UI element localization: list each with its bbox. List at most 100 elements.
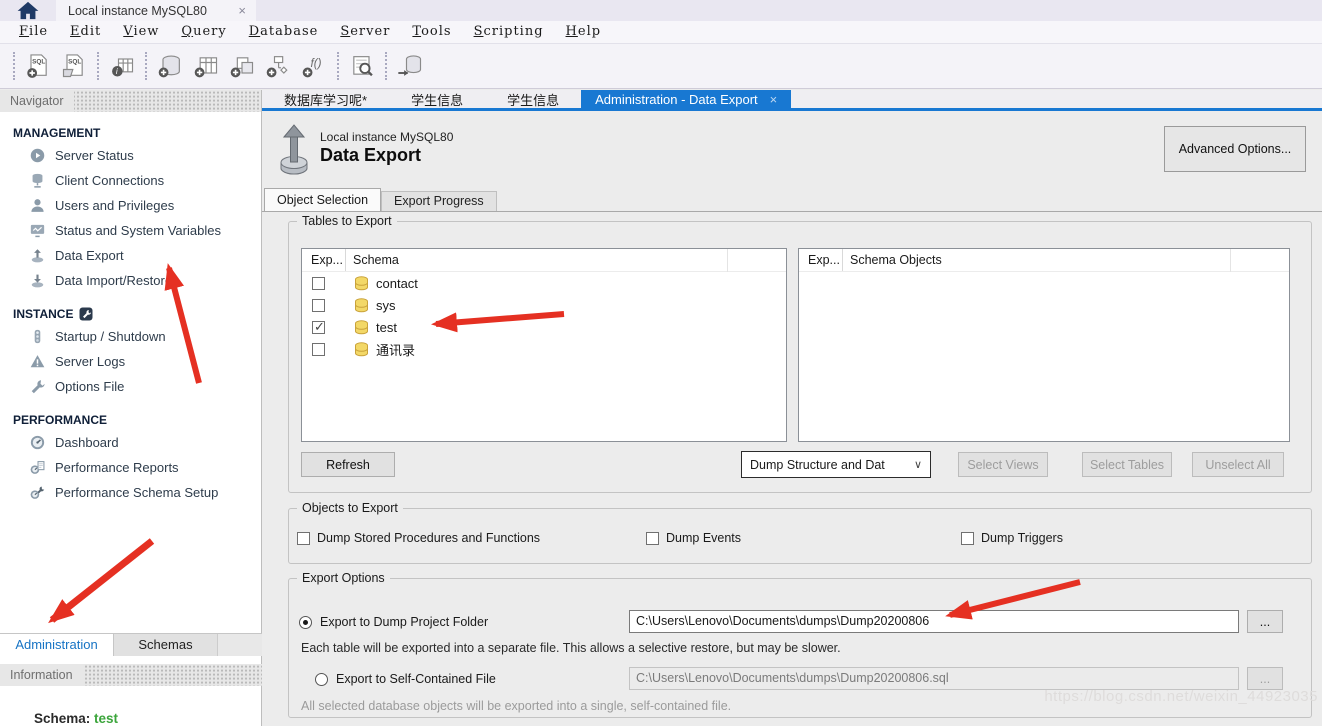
sidebar-item-options-file[interactable]: Options File — [0, 374, 261, 399]
column-schema-objects[interactable]: Schema Objects — [843, 249, 1231, 272]
title-tab-strip: Local instance MySQL80 × — [0, 0, 1322, 21]
menu-tools[interactable]: Tools — [401, 21, 462, 43]
home-button[interactable] — [0, 0, 56, 21]
sidebar-bottom-tabs: Administration Schemas — [0, 633, 262, 656]
sidebar-item-performance-reports[interactable]: Performance Reports — [0, 455, 261, 480]
performance-reports-icon — [29, 460, 46, 475]
export-file-option[interactable]: Export to Self-Contained File — [315, 667, 496, 691]
browse-file-button[interactable]: ... — [1247, 667, 1283, 690]
monitor-icon — [29, 223, 46, 238]
export-folder-radio[interactable] — [299, 616, 312, 629]
menu-bar: File Edit View Query Database Server Too… — [0, 21, 1322, 43]
dump-triggers-checkbox[interactable] — [961, 532, 974, 545]
objects-to-export-group: Objects to Export Dump Stored Procedures… — [288, 508, 1312, 564]
connection-tab[interactable]: Local instance MySQL80 × — [56, 0, 256, 21]
schema-row-contacts-cn[interactable]: 通讯录 — [302, 338, 786, 360]
sidebar-item-server-status[interactable]: Server Status — [0, 143, 261, 168]
sidebar-item-startup-shutdown[interactable]: Startup / Shutdown — [0, 324, 261, 349]
export-file-note: All selected database objects will be ex… — [301, 699, 731, 713]
inspector-button[interactable]: i — [104, 49, 140, 83]
sidebar-item-status-system-variables[interactable]: Status and System Variables — [0, 218, 261, 243]
sidebar-item-users-privileges[interactable]: Users and Privileges — [0, 193, 261, 218]
tab-student-info-2[interactable]: 学生信息 — [485, 90, 581, 108]
menu-server[interactable]: Server — [329, 21, 401, 43]
tab-export-progress[interactable]: Export Progress — [381, 191, 497, 211]
schema-export-checkbox[interactable] — [312, 299, 325, 312]
menu-help[interactable]: Help — [555, 21, 613, 43]
schema-row-contact[interactable]: contact — [302, 272, 786, 294]
schema-row-test[interactable]: test — [302, 316, 786, 338]
data-import-icon — [29, 273, 46, 288]
export-subtabs: Object Selection Export Progress — [264, 188, 497, 211]
schema-export-checkbox[interactable] — [312, 343, 325, 356]
sidebar-item-label: Status and System Variables — [55, 223, 221, 238]
section-instance: INSTANCE — [13, 307, 261, 321]
checkbox-label: Dump Events — [666, 531, 741, 545]
navigator-tree: MANAGEMENT Server Status Client Connecti… — [0, 112, 261, 505]
new-sql-tab-button[interactable]: SQL — [20, 49, 56, 83]
sidebar-item-server-logs[interactable]: Server Logs — [0, 349, 261, 374]
create-table-button[interactable] — [188, 49, 224, 83]
schema-name: 通讯录 — [376, 340, 415, 359]
tab-database-study[interactable]: 数据库学习呢* — [262, 90, 389, 108]
create-view-button[interactable] — [224, 49, 260, 83]
menu-edit[interactable]: Edit — [59, 21, 112, 43]
refresh-button[interactable]: Refresh — [301, 452, 395, 477]
menu-database[interactable]: Database — [238, 21, 330, 43]
export-folder-option[interactable]: Export to Dump Project Folder — [299, 610, 488, 634]
menu-view[interactable]: View — [112, 21, 170, 43]
warning-triangle-icon — [29, 354, 46, 369]
advanced-options-button[interactable]: Advanced Options... — [1164, 126, 1306, 172]
export-folder-path-input[interactable]: C:\Users\Lenovo\Documents\dumps\Dump2020… — [629, 610, 1239, 633]
sidebar-item-data-import[interactable]: Data Import/Restore — [0, 268, 261, 293]
performance-schema-setup-icon — [29, 485, 46, 500]
schema-export-checkbox[interactable] — [312, 321, 325, 334]
page-title: Data Export — [320, 145, 421, 166]
browse-folder-button[interactable]: ... — [1247, 610, 1283, 633]
create-schema-button[interactable] — [152, 49, 188, 83]
column-schema[interactable]: Schema — [346, 249, 728, 272]
svg-text:f(): f() — [311, 57, 322, 70]
open-sql-script-button[interactable]: SQL — [56, 49, 92, 83]
menu-scripting[interactable]: Scripting — [463, 21, 555, 43]
search-objects-button[interactable] — [344, 49, 380, 83]
active-tab-label: Administration - Data Export — [595, 89, 758, 110]
connection-tab-close-icon[interactable]: × — [238, 3, 246, 18]
dump-events-checkbox[interactable] — [646, 532, 659, 545]
sidebar-item-data-export[interactable]: Data Export — [0, 243, 261, 268]
tab-administration-data-export[interactable]: Administration - Data Export × — [581, 90, 791, 108]
dump-type-dropdown[interactable]: Dump Structure and Dat ∨ — [741, 451, 931, 478]
schema-row-sys[interactable]: sys — [302, 294, 786, 316]
tab-close-icon[interactable]: × — [770, 89, 778, 110]
menu-file[interactable]: File — [8, 21, 59, 43]
create-procedure-button[interactable] — [260, 49, 296, 83]
menu-query[interactable]: Query — [170, 21, 237, 43]
dump-stored-procedures-option[interactable]: Dump Stored Procedures and Functions — [297, 531, 540, 545]
dump-stored-procedures-checkbox[interactable] — [297, 532, 310, 545]
column-spacer — [728, 249, 786, 271]
column-export[interactable]: Exp... — [799, 249, 843, 271]
select-tables-button[interactable]: Select Tables — [1082, 452, 1172, 477]
schema-export-checkbox[interactable] — [312, 277, 325, 290]
create-function-button[interactable]: f() — [296, 49, 332, 83]
new-sql-file-icon: SQL — [24, 52, 52, 80]
export-file-path-input[interactable]: C:\Users\Lenovo\Documents\dumps\Dump2020… — [629, 667, 1239, 690]
dump-events-option[interactable]: Dump Events — [646, 531, 741, 545]
tab-student-info-1[interactable]: 学生信息 — [389, 90, 485, 108]
sidebar-item-label: Client Connections — [55, 173, 164, 188]
sidebar-item-performance-schema-setup[interactable]: Performance Schema Setup — [0, 480, 261, 505]
navigator-sidebar: Navigator MANAGEMENT Server Status Clien… — [0, 90, 262, 726]
sidebar-item-dashboard[interactable]: Dashboard — [0, 430, 261, 455]
reconnect-dbms-button[interactable] — [392, 49, 428, 83]
dump-triggers-option[interactable]: Dump Triggers — [961, 531, 1063, 545]
tab-administration[interactable]: Administration — [0, 634, 114, 656]
sidebar-item-client-connections[interactable]: Client Connections — [0, 168, 261, 193]
tab-object-selection[interactable]: Object Selection — [264, 188, 381, 211]
select-views-button[interactable]: Select Views — [958, 452, 1048, 477]
schema-name: test — [376, 320, 397, 335]
tab-schemas[interactable]: Schemas — [114, 634, 218, 656]
unselect-all-button[interactable]: Unselect All — [1192, 452, 1284, 477]
home-icon — [16, 1, 40, 20]
export-file-radio[interactable] — [315, 673, 328, 686]
column-export[interactable]: Exp... — [302, 249, 346, 271]
